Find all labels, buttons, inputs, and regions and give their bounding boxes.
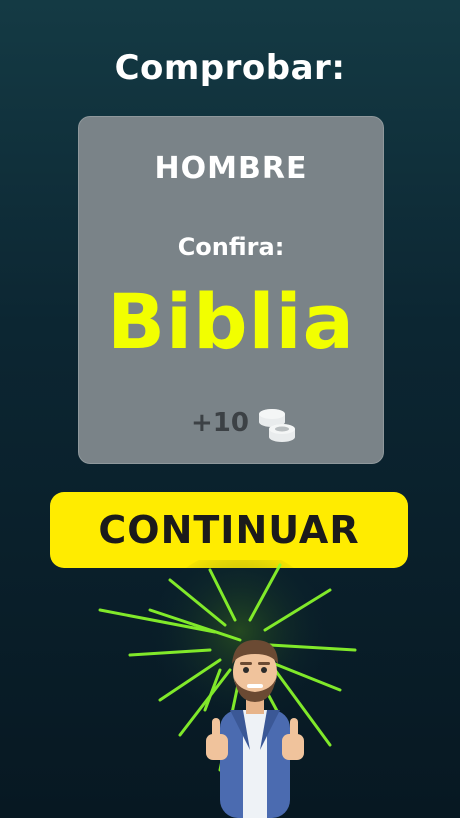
- target-word: HOMBRE: [154, 151, 308, 186]
- page-title: Comprobar:: [114, 48, 346, 88]
- check-label: Confira:: [177, 233, 285, 261]
- answer-word: Biblia: [107, 277, 355, 366]
- result-card: HOMBRE Confira: Biblia +10: [78, 116, 384, 464]
- coins-icon: [258, 409, 295, 442]
- thumbs-up-man-illustration: [206, 640, 304, 818]
- reward: +10: [191, 401, 299, 445]
- continue-button[interactable]: CONTINUAR: [50, 492, 408, 568]
- reward-amount: +10: [191, 408, 249, 438]
